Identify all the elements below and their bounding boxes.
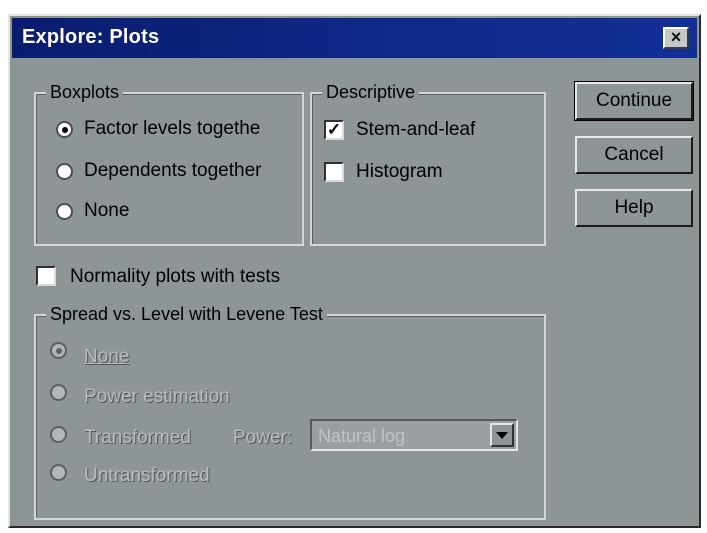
power-dropdown[interactable]: Natural log bbox=[310, 419, 518, 451]
check-icon: ✓ bbox=[326, 120, 342, 139]
spread-vs-level-legend: Spread vs. Level with Levene Test bbox=[46, 303, 327, 325]
radio-power-estimation[interactable] bbox=[50, 384, 67, 401]
power-dropdown-value: Natural log bbox=[318, 426, 406, 446]
radio-boxplots-none[interactable] bbox=[56, 203, 73, 220]
label-dependents-together[interactable]: Dependents together bbox=[84, 159, 261, 183]
continue-button[interactable]: Continue bbox=[574, 81, 694, 121]
label-transformed[interactable]: Transformed bbox=[84, 426, 191, 450]
label-histogram[interactable]: Histogram bbox=[356, 160, 443, 184]
title-bar[interactable]: Explore: Plots × bbox=[12, 18, 697, 58]
radio-transformed[interactable] bbox=[50, 426, 67, 443]
checkbox-histogram[interactable] bbox=[324, 162, 344, 182]
descriptive-legend: Descriptive bbox=[322, 81, 420, 103]
label-boxplots-none[interactable]: None bbox=[84, 199, 129, 223]
label-spread-none[interactable]: None bbox=[84, 345, 129, 369]
checkbox-stem-and-leaf[interactable]: ✓ bbox=[324, 120, 344, 140]
radio-untransformed[interactable] bbox=[50, 464, 67, 481]
label-normality-plots[interactable]: Normality plots with tests bbox=[70, 265, 280, 289]
label-power: Power: bbox=[233, 427, 293, 448]
cancel-button[interactable]: Cancel bbox=[575, 136, 693, 174]
radio-factor-levels[interactable] bbox=[56, 121, 73, 138]
label-factor-levels-text: Factor levels togethe bbox=[84, 118, 261, 139]
checkbox-normality-plots[interactable] bbox=[36, 266, 56, 286]
radio-spread-none[interactable] bbox=[50, 342, 67, 359]
label-power-estimation[interactable]: Power estimation bbox=[84, 385, 230, 409]
boxplots-legend: Boxplots bbox=[46, 81, 124, 103]
radio-dependents-together[interactable] bbox=[56, 163, 73, 180]
help-button[interactable]: Help bbox=[575, 189, 693, 227]
label-stem-and-leaf[interactable]: Stem-and-leaf bbox=[356, 118, 475, 142]
label-untransformed[interactable]: Untransformed bbox=[84, 464, 210, 488]
label-factor-levels[interactable]: Factor levels togethe bbox=[84, 117, 260, 141]
close-button[interactable]: × bbox=[663, 27, 689, 49]
window-title: Explore: Plots bbox=[22, 26, 160, 48]
close-icon: × bbox=[670, 27, 682, 47]
explore-plots-dialog: Explore: Plots × Boxplots Factor levels … bbox=[8, 14, 701, 528]
chevron-down-icon[interactable] bbox=[490, 423, 514, 447]
